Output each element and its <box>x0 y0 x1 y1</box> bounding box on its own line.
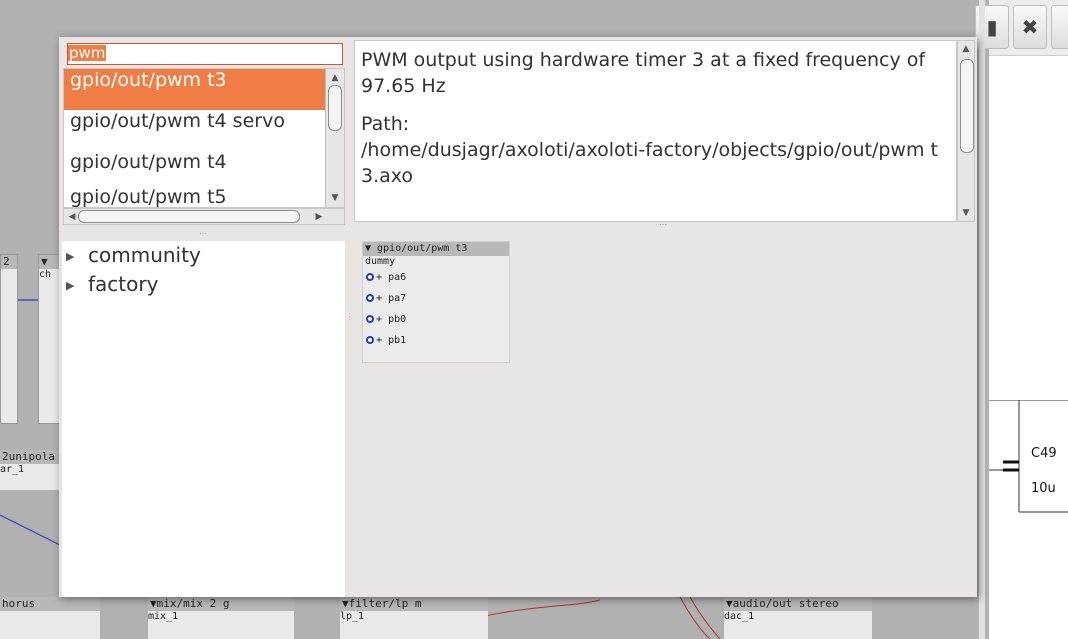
search-selection: pwm <box>68 44 107 62</box>
path-value: /home/dusjagr/axoloti/axoloti-factory/ob… <box>361 139 938 187</box>
panel-splitter[interactable] <box>979 0 985 639</box>
outlet-row: + pa6 <box>363 267 509 288</box>
object-name: mix_1 <box>148 611 179 622</box>
wire <box>689 596 721 639</box>
splitter-handle[interactable]: ⋯ <box>199 229 207 238</box>
scroll-thumb[interactable] <box>328 85 342 131</box>
results-list[interactable]: gpio/out/pwm t3 gpio/out/pwm t4 servo gp… <box>63 68 345 208</box>
search-box[interactable]: pwm <box>63 40 343 65</box>
object-header: 2unipola <box>0 450 60 464</box>
description-panel: PWM output using hardware timer 3 at a f… <box>354 40 957 222</box>
toolbar-button[interactable] <box>1051 5 1068 49</box>
object-preview: ▼ gpio/out/pwm t3 dummy + pa6 + pa7 + pb… <box>354 234 975 597</box>
scroll-thumb[interactable] <box>960 59 974 153</box>
close-icon: ✖ <box>1021 15 1039 39</box>
object-browser-popup: pwm gpio/out/pwm t3 gpio/out/pwm t4 serv… <box>59 37 977 597</box>
object-name: ar_1 <box>0 464 25 475</box>
bg-object-bottom-4[interactable]: ▼audio/out stereo dac_1 <box>724 597 872 639</box>
object-header: horus <box>0 597 100 611</box>
search-input[interactable] <box>67 43 343 65</box>
scroll-down-arrow-icon[interactable]: ▼ <box>328 191 342 205</box>
toolbar: ▮ ✖ <box>975 0 1068 56</box>
bg-object-bottom-1[interactable]: horus <box>0 597 100 639</box>
bg-object-left-1[interactable]: 2 <box>0 254 18 424</box>
schematic-window: ▮ ✖ C49 10u <box>975 0 1068 639</box>
scroll-up-arrow-icon[interactable]: ▲ <box>959 42 973 56</box>
tree-node-factory[interactable]: ▶ factory <box>62 270 345 299</box>
preview-object-header: ▼ gpio/out/pwm t3 <box>363 242 509 256</box>
description-vscrollbar[interactable]: ▲ ▼ <box>957 40 975 222</box>
result-item[interactable]: gpio/out/pwm t5 <box>64 186 344 207</box>
results-vscrollbar[interactable]: ▲ ▼ <box>325 69 344 207</box>
outlet-row: + pa7 <box>363 288 509 309</box>
object-header: ▼filter/lp m <box>340 597 488 611</box>
outlet-jack-icon <box>366 273 374 281</box>
outlet-row: + pb1 <box>363 330 509 351</box>
schematic-canvas[interactable]: C49 10u <box>989 400 1068 540</box>
expand-arrow-icon[interactable]: ▶ <box>66 242 88 271</box>
results-hscrollbar[interactable]: ◀ ▶ <box>63 208 345 225</box>
path-label: Path: <box>361 113 410 135</box>
bg-object-left-2[interactable]: ▼ ch <box>38 254 60 424</box>
bg-object-bottom-2[interactable]: ▼mix/mix 2 g mix_1 <box>148 597 294 639</box>
scroll-thumb[interactable] <box>78 210 300 223</box>
preview-instance-name: dummy <box>365 256 396 267</box>
bg-object-left-3[interactable]: 2unipola ar_1 <box>0 450 60 490</box>
wire <box>0 514 61 546</box>
splitter-handle[interactable]: ⋯ <box>659 220 667 229</box>
outlet-jack-icon <box>366 336 374 344</box>
object-header: ▼mix/mix 2 g <box>148 597 294 611</box>
scroll-left-arrow-icon[interactable]: ◀ <box>65 210 79 224</box>
component-value: 10u <box>1031 481 1056 496</box>
description-text: PWM output using hardware timer 3 at a f… <box>361 49 926 97</box>
outlet-row: + pb0 <box>363 309 509 330</box>
close-button[interactable]: ✖ <box>1013 5 1047 49</box>
component-ref: C49 <box>1031 446 1057 461</box>
wire <box>679 596 711 639</box>
object-header: 2 <box>1 255 17 269</box>
scroll-down-arrow-icon[interactable]: ▼ <box>959 206 973 220</box>
object-header: ▼audio/out stereo <box>724 597 872 611</box>
result-item[interactable]: gpio/out/pwm t4 servo <box>64 110 344 151</box>
object-name: lp_1 <box>340 611 365 622</box>
object-header: ▼ <box>39 255 59 269</box>
object-tree[interactable]: ▶ community ▶ factory <box>62 241 345 597</box>
outlet-jack-icon <box>366 294 374 302</box>
object-name: dac_1 <box>724 611 755 622</box>
bg-object-bottom-3[interactable]: ▼filter/lp m lp_1 <box>340 597 488 639</box>
tree-node-community[interactable]: ▶ community <box>62 241 345 270</box>
scroll-right-arrow-icon[interactable]: ▶ <box>312 210 326 224</box>
object-name: ch <box>39 269 52 280</box>
scroll-up-arrow-icon[interactable]: ▲ <box>328 71 342 85</box>
outlet-jack-icon <box>366 315 374 323</box>
splitter-handle[interactable]: ⋮ <box>346 312 354 321</box>
preview-object: ▼ gpio/out/pwm t3 dummy + pa6 + pa7 + pb… <box>362 241 510 363</box>
expand-arrow-icon[interactable]: ▶ <box>66 271 88 300</box>
result-item-selected[interactable]: gpio/out/pwm t3 <box>64 69 344 110</box>
